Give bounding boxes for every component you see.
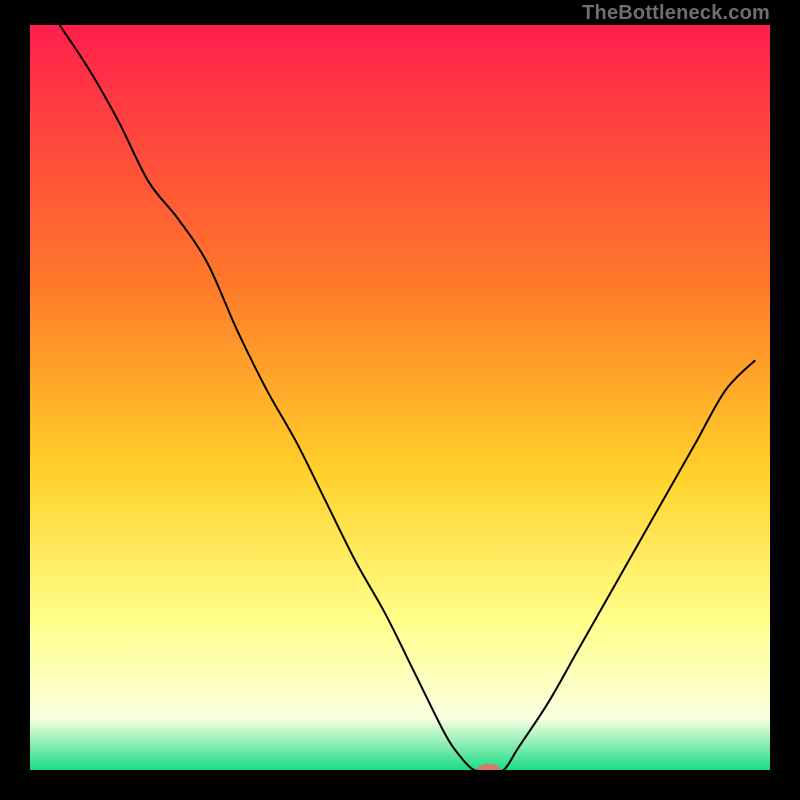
gradient-background bbox=[30, 25, 770, 770]
chart-frame: TheBottleneck.com bbox=[0, 0, 800, 800]
bottleneck-chart bbox=[30, 25, 770, 770]
watermark-text: TheBottleneck.com bbox=[582, 2, 770, 25]
